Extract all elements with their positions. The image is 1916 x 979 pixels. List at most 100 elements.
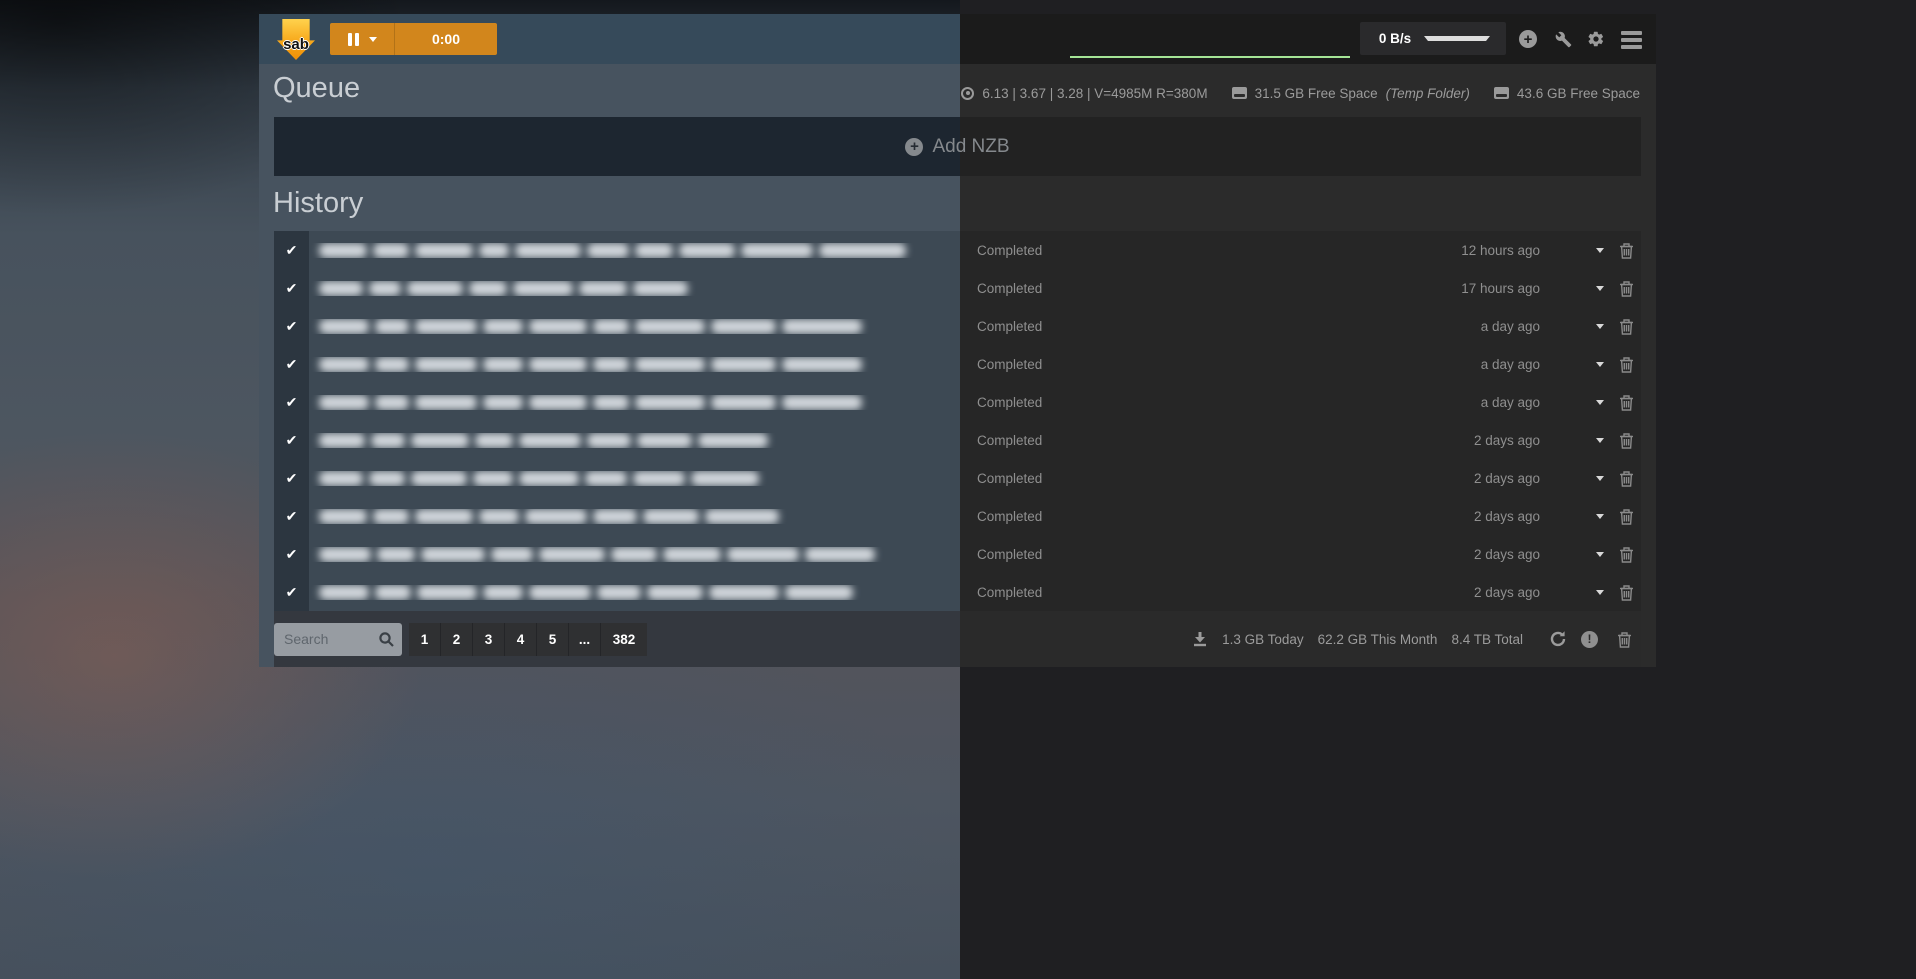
delete-row-button[interactable] [1619,242,1634,259]
page-button-382[interactable]: 382 [601,623,647,656]
redacted-text-blob [711,395,776,410]
downloaded-today: 1.3 GB Today [1222,632,1304,647]
redacted-text-blob [483,395,523,410]
download-name-redacted[interactable] [309,585,960,600]
completed-check-icon: ✔ [274,546,309,563]
row-actions-dropdown[interactable] [1596,286,1604,291]
row-actions-dropdown[interactable] [1596,514,1604,519]
add-nzb-dropzone[interactable]: + Add NZB [274,117,1641,176]
page-button-4[interactable]: 4 [505,623,537,656]
redacted-text-blob [319,243,367,258]
redacted-text-blob [319,433,365,448]
redacted-text-blob [411,471,467,486]
redacted-text-blob [373,509,409,524]
delete-row-button[interactable] [1619,470,1634,487]
temp-folder-note: (Temp Folder) [1386,86,1470,101]
row-actions-dropdown[interactable] [1596,438,1604,443]
delete-row-button[interactable] [1619,584,1634,601]
tools-button[interactable] [1555,31,1572,53]
delete-row-button[interactable] [1619,546,1634,563]
trash-icon [1619,584,1634,601]
redacted-text-blob [415,319,477,334]
row-actions-dropdown[interactable] [1596,590,1604,595]
redacted-text-blob [782,319,862,334]
row-status: Completed [960,319,1042,334]
download-name-redacted[interactable] [309,433,960,448]
row-actions-dropdown[interactable] [1596,324,1604,329]
redacted-text-blob [585,471,627,486]
row-time: a day ago [1481,395,1540,410]
row-status: Completed [960,433,1042,448]
page-button-3[interactable]: 3 [473,623,505,656]
download-name-redacted[interactable] [309,357,960,372]
redacted-text-blob [375,357,409,372]
redacted-text-blob [483,319,523,334]
download-name-redacted[interactable] [309,471,960,486]
redacted-text-blob [529,585,591,600]
delete-row-button[interactable] [1619,508,1634,525]
redacted-text-blob [319,319,369,334]
refresh-button[interactable] [1549,630,1567,648]
row-actions-dropdown[interactable] [1596,400,1604,405]
redacted-text-blob [375,395,409,410]
row-actions-dropdown[interactable] [1596,476,1604,481]
redacted-text-blob [593,395,629,410]
row-status: Completed [960,281,1042,296]
row-actions-dropdown[interactable] [1596,362,1604,367]
redacted-text-blob [319,547,371,562]
status-info-button[interactable]: ! [1581,631,1598,648]
redacted-text-blob [529,357,587,372]
speed-limit-dropdown[interactable]: 0 B/s [1360,22,1506,55]
pause-icon [348,33,359,46]
main-menu-button[interactable] [1621,31,1642,49]
redacted-text-blob [579,281,627,296]
download-name-redacted[interactable] [309,395,960,410]
sab-logo-text: sab [277,36,315,53]
redacted-text-blob [407,281,463,296]
delete-row-button[interactable] [1619,356,1634,373]
history-row: ✔ Completed 2 days ago [274,497,1641,535]
redacted-text-blob [705,509,779,524]
add-nzb-label: Add NZB [932,136,1009,158]
purge-history-button[interactable] [1617,631,1632,648]
add-nzb-icon-button[interactable]: + [1519,30,1537,48]
redacted-text-blob [691,471,759,486]
redacted-text-blob [371,433,405,448]
download-name-redacted[interactable] [309,243,960,258]
row-actions-dropdown[interactable] [1596,248,1604,253]
page-button-1[interactable]: 1 [409,623,441,656]
redacted-text-blob [421,547,485,562]
page-button-2[interactable]: 2 [441,623,473,656]
redacted-text-blob [633,471,685,486]
page-ellipsis[interactable]: ... [569,623,601,656]
completed-check-icon: ✔ [274,356,309,373]
refresh-icon [1549,630,1567,648]
redacted-text-blob [587,243,629,258]
settings-button[interactable] [1587,30,1605,53]
row-time: 2 days ago [1474,433,1540,448]
redacted-text-blob [475,433,513,448]
row-time: 17 hours ago [1461,281,1540,296]
download-name-redacted[interactable] [309,509,960,524]
delete-row-button[interactable] [1619,280,1634,297]
pause-button[interactable] [330,23,394,55]
delete-row-button[interactable] [1619,394,1634,411]
row-actions-dropdown[interactable] [1596,552,1604,557]
trash-icon [1619,242,1634,259]
delete-row-button[interactable] [1619,318,1634,335]
download-totals: 1.3 GB Today 62.2 GB This Month 8.4 TB T… [1192,630,1641,648]
download-name-redacted[interactable] [309,281,960,296]
delete-row-button[interactable] [1619,432,1634,449]
row-status: Completed [960,509,1042,524]
pause-control-group: 0:00 [330,23,497,55]
sabnzbd-logo[interactable]: sab [277,19,315,60]
queue-title: Queue [273,72,360,105]
download-name-redacted[interactable] [309,319,960,334]
page-button-5[interactable]: 5 [537,623,569,656]
trash-icon [1619,280,1634,297]
add-nzb-url-input[interactable] [1070,28,1350,58]
pause-timer-button[interactable]: 0:00 [394,23,497,55]
redacted-text-blob [483,357,523,372]
download-name-redacted[interactable] [309,547,960,562]
redacted-text-blob [805,547,875,562]
